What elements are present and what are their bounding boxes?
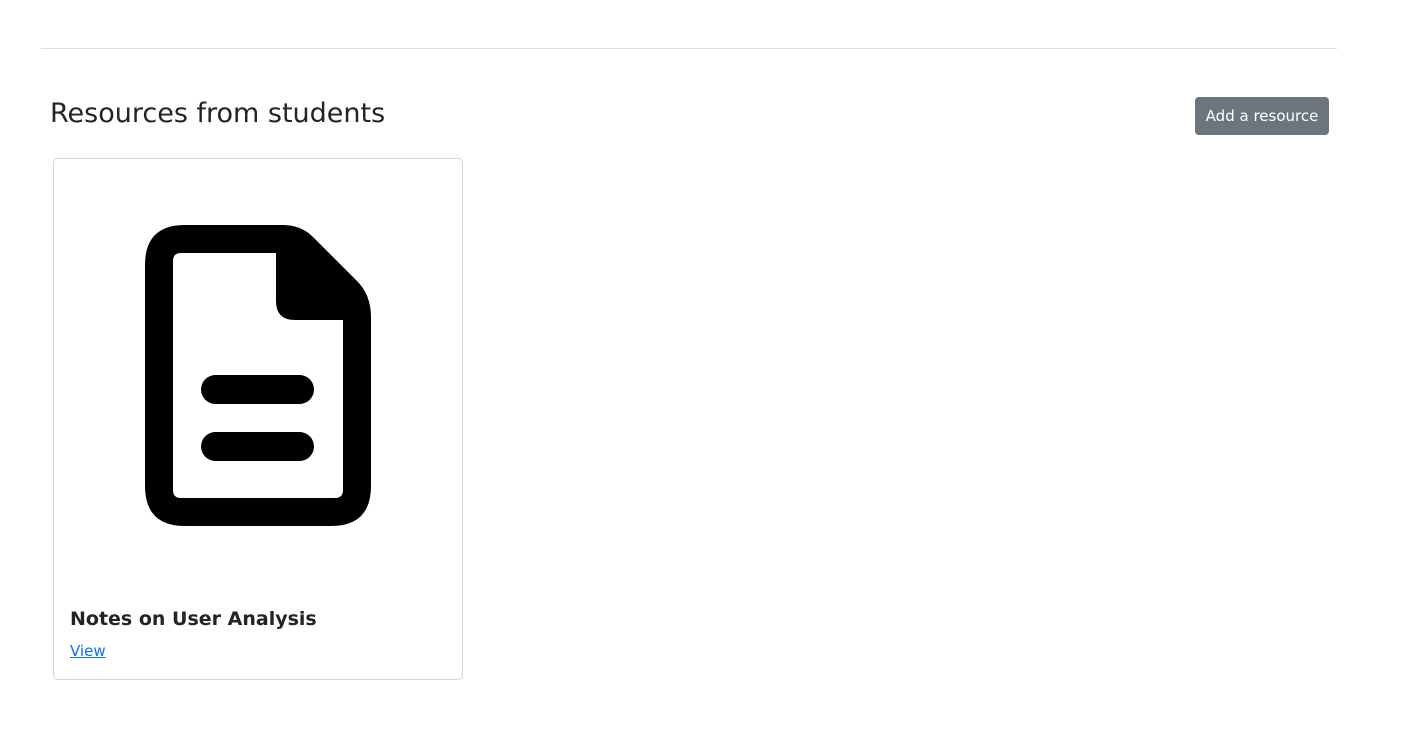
add-resource-button[interactable]: Add a resource [1195,97,1329,135]
section-title: Resources from students [50,98,386,129]
file-text-icon [145,225,371,526]
resource-card: Notes on User Analysis View [53,158,463,680]
resource-title: Notes on User Analysis [70,608,317,630]
view-link[interactable]: View [70,641,106,661]
page: Resources from students Add a resource N… [0,0,1428,746]
divider [41,48,1337,49]
